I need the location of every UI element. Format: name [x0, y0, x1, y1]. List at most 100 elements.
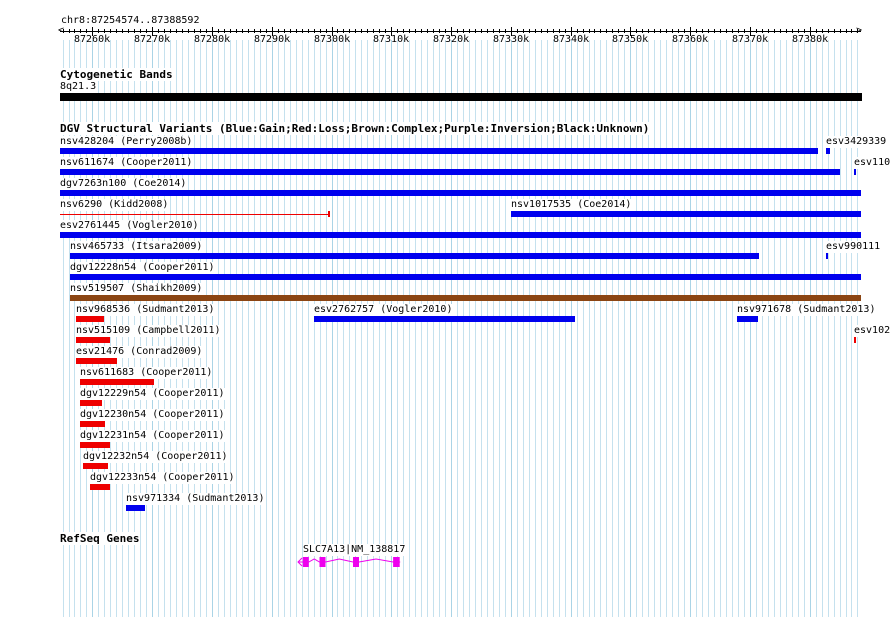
ruler-minor-tick: [463, 29, 464, 33]
exon-block[interactable]: [353, 557, 359, 567]
ruler-minor-tick: [732, 29, 733, 33]
loss-variant-bar[interactable]: [76, 337, 110, 343]
ruler-minor-tick: [63, 29, 64, 33]
variant-label[interactable]: esv102: [854, 325, 890, 337]
variant-label[interactable]: dgv12232n54 (Cooper2011): [83, 451, 228, 463]
variant-label[interactable]: dgv12233n54 (Cooper2011): [90, 472, 235, 484]
ruler-minor-tick: [457, 29, 458, 33]
gain-variant-bar[interactable]: [60, 190, 861, 196]
gain-variant-bar[interactable]: [70, 253, 759, 259]
ruler-minor-tick: [236, 29, 237, 33]
ruler-tick-label: 87360k: [672, 34, 709, 45]
ruler-minor-tick: [499, 29, 500, 33]
ruler-minor-tick: [678, 29, 679, 33]
gene-model[interactable]: [0, 553, 890, 573]
ruler-minor-tick: [547, 29, 548, 33]
loss-variant-bar[interactable]: [76, 316, 104, 322]
ruler-minor-tick: [248, 29, 249, 33]
gain-variant-bar[interactable]: [60, 169, 840, 175]
ruler-minor-tick: [642, 29, 643, 33]
ruler-minor-tick: [176, 29, 177, 33]
ruler-minor-tick: [738, 29, 739, 33]
loss-variant-bar[interactable]: [80, 379, 154, 385]
ruler-minor-tick: [445, 29, 446, 33]
ruler-minor-tick: [618, 29, 619, 33]
variant-label[interactable]: nsv428204 (Perry2008b): [60, 136, 193, 148]
ruler-minor-tick: [278, 29, 279, 33]
ruler-minor-tick: [493, 29, 494, 33]
variant-label[interactable]: nsv6290 (Kidd2008): [60, 199, 169, 211]
cytoband-bar[interactable]: [60, 93, 862, 101]
gain-variant-bar[interactable]: [826, 148, 830, 154]
loss-variant-bar[interactable]: [76, 358, 117, 364]
gain-variant-bar[interactable]: [60, 148, 818, 154]
ruler-minor-tick: [565, 29, 566, 33]
ruler-minor-tick: [577, 29, 578, 33]
variant-label[interactable]: esv110: [854, 157, 890, 169]
variant-label[interactable]: dgv12228n54 (Cooper2011): [70, 262, 215, 274]
variant-label[interactable]: nsv971678 (Sudmant2013): [737, 304, 876, 316]
ruler-minor-tick: [403, 29, 404, 33]
variant-label[interactable]: nsv968536 (Sudmant2013): [76, 304, 215, 316]
ruler-minor-tick: [523, 29, 524, 33]
ruler-minor-tick: [487, 29, 488, 33]
dgv-track-title: DGV Structural Variants (Blue:Gain;Red:L…: [60, 122, 650, 135]
variant-label[interactable]: nsv611683 (Cooper2011): [80, 367, 213, 379]
variant-label[interactable]: dgv12230n54 (Cooper2011): [80, 409, 225, 421]
gain-variant-bar[interactable]: [60, 232, 861, 238]
loss-variant-bar[interactable]: [90, 484, 110, 490]
ruler-minor-tick: [600, 29, 601, 33]
gain-variant-bar[interactable]: [511, 211, 861, 217]
variant-label[interactable]: dgv12229n54 (Cooper2011): [80, 388, 225, 400]
ruler-minor-tick: [69, 29, 70, 33]
gain-variant-bar[interactable]: [126, 505, 145, 511]
ruler-tick-label: 87270k: [134, 34, 171, 45]
ruler-minor-tick: [164, 29, 165, 33]
variant-label[interactable]: esv990111: [826, 241, 881, 253]
ruler-minor-tick: [469, 29, 470, 33]
genome-browser-panel: chr8:87254574..87388592 < > 87260k 87270k…: [0, 0, 890, 617]
variant-label[interactable]: nsv519507 (Shaikh2009): [70, 283, 203, 295]
ruler-minor-tick: [224, 29, 225, 33]
ruler-minor-tick: [654, 29, 655, 33]
loss-variant-line[interactable]: [60, 214, 328, 215]
variant-label[interactable]: esv21476 (Conrad2009): [76, 346, 203, 358]
loss-variant-bar[interactable]: [80, 400, 102, 406]
variant-label[interactable]: nsv515109 (Campbell2011): [76, 325, 221, 337]
variant-label[interactable]: nsv1017535 (Coe2014): [511, 199, 632, 211]
gain-variant-bar[interactable]: [314, 316, 575, 322]
variant-label[interactable]: nsv971334 (Sudmant2013): [126, 493, 265, 505]
exon-block[interactable]: [393, 557, 400, 567]
exon-block[interactable]: [302, 557, 309, 567]
exon-block[interactable]: [319, 557, 326, 567]
loss-variant-bar[interactable]: [80, 442, 110, 448]
gain-variant-bar[interactable]: [70, 274, 861, 280]
ruler-minor-tick: [780, 29, 781, 33]
ruler-minor-tick: [266, 29, 267, 33]
variant-label[interactable]: nsv465733 (Itsara2009): [70, 241, 203, 253]
ruler-minor-tick: [553, 29, 554, 33]
loss-variant-bar[interactable]: [83, 463, 108, 469]
gain-variant-bar[interactable]: [826, 253, 828, 259]
ruler-minor-tick: [792, 29, 793, 33]
ruler-minor-tick: [343, 29, 344, 33]
variant-label[interactable]: dgv12231n54 (Cooper2011): [80, 430, 225, 442]
ruler-minor-tick: [798, 29, 799, 33]
cytoband-label[interactable]: 8q21.3: [60, 81, 97, 93]
ruler-minor-tick: [86, 29, 87, 33]
variant-label[interactable]: esv2762757 (Vogler2010): [314, 304, 453, 316]
variant-label[interactable]: dgv7263n100 (Coe2014): [60, 178, 187, 190]
ruler-tick-label: 87320k: [433, 34, 470, 45]
variant-label[interactable]: nsv611674 (Cooper2011): [60, 157, 193, 169]
ruler-minor-tick: [80, 29, 81, 33]
loss-variant-bar[interactable]: [80, 421, 105, 427]
ruler-minor-tick: [624, 29, 625, 33]
gain-variant-bar[interactable]: [737, 316, 758, 322]
loss-variant-bar[interactable]: [854, 337, 856, 343]
complex-variant-bar[interactable]: [70, 295, 861, 301]
variant-label[interactable]: esv2761445 (Vogler2010): [60, 220, 199, 232]
ruler-minor-tick: [308, 29, 309, 33]
gain-variant-bar[interactable]: [854, 169, 856, 175]
ruler-minor-tick: [200, 29, 201, 33]
variant-label[interactable]: esv3429339: [826, 136, 887, 148]
